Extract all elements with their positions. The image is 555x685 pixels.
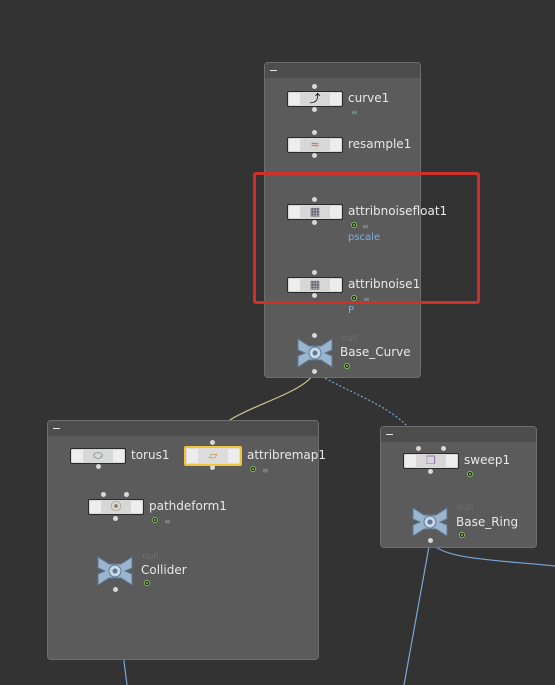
output-port[interactable] xyxy=(312,107,317,112)
display-flag-tab[interactable] xyxy=(330,93,341,105)
input-port[interactable] xyxy=(124,492,129,497)
node-body[interactable]: ⬭ xyxy=(70,448,126,464)
highlight-annotation-box xyxy=(253,172,480,304)
comment-icon: ≡ xyxy=(262,466,269,475)
node-label: torus1 xyxy=(131,448,170,462)
network-box-header[interactable] xyxy=(265,63,420,78)
node-body[interactable]: ≈ xyxy=(287,137,343,153)
node-body[interactable]: ❐ xyxy=(403,453,459,469)
node-type-label: null xyxy=(457,503,474,513)
display-flag-icon[interactable] xyxy=(250,466,256,472)
resample-icon: ≈ xyxy=(310,138,320,151)
input-port[interactable] xyxy=(210,440,215,445)
output-port[interactable] xyxy=(312,369,317,374)
null-icon[interactable] xyxy=(295,336,335,370)
display-flag-icon[interactable] xyxy=(467,471,473,477)
output-port[interactable] xyxy=(428,469,433,474)
minus-icon[interactable] xyxy=(385,430,394,439)
output-port[interactable] xyxy=(113,516,118,521)
node-label: sweep1 xyxy=(464,453,511,467)
comment-icon: ≡ xyxy=(164,517,171,526)
curve-icon: ⤴ xyxy=(309,92,321,105)
bypass-flag[interactable] xyxy=(289,139,300,151)
wire-basering-down xyxy=(403,540,431,685)
node-label: curve1 xyxy=(348,91,390,105)
node-label: Base_Ring xyxy=(456,515,519,529)
null-icon[interactable] xyxy=(410,505,450,539)
node-label: Collider xyxy=(141,563,187,577)
input-port[interactable] xyxy=(312,130,317,135)
node-network-view[interactable]: ⤴ curve1 ≡ ≈ resample1 ▦ attribnoisefloa… xyxy=(0,0,555,685)
output-port[interactable] xyxy=(312,153,317,158)
null-icon[interactable] xyxy=(95,554,135,588)
node-body[interactable]: ⤴ xyxy=(287,91,343,107)
minus-icon[interactable] xyxy=(52,424,61,433)
network-box-header[interactable] xyxy=(48,421,318,436)
node-attribute-label: P xyxy=(348,305,355,316)
node-type-label: null xyxy=(341,334,358,344)
display-flag-tab[interactable] xyxy=(330,139,341,151)
network-box-right[interactable] xyxy=(380,426,537,548)
bypass-flag[interactable] xyxy=(405,455,416,467)
torus-icon: ⬭ xyxy=(93,449,103,462)
bypass-flag[interactable] xyxy=(187,449,198,463)
input-port[interactable] xyxy=(312,84,317,89)
display-flag-tab[interactable] xyxy=(446,455,457,467)
pathdeform-icon: ⦿ xyxy=(110,500,122,513)
display-flag-tab[interactable] xyxy=(131,501,142,513)
output-port[interactable] xyxy=(96,464,101,469)
node-label: resample1 xyxy=(348,137,412,151)
output-port[interactable] xyxy=(428,538,433,543)
output-port[interactable] xyxy=(210,465,215,470)
display-flag-icon[interactable] xyxy=(144,580,150,586)
node-label: pathdeform1 xyxy=(149,499,227,513)
node-body[interactable]: ▱ xyxy=(184,446,242,466)
input-port[interactable] xyxy=(101,492,106,497)
network-box-header[interactable] xyxy=(381,427,536,442)
node-type-label: null xyxy=(142,552,159,562)
output-port[interactable] xyxy=(113,587,118,592)
attribremap-icon: ▱ xyxy=(208,449,218,462)
comment-icon: ≡ xyxy=(351,108,358,117)
display-flag-icon[interactable] xyxy=(459,532,465,538)
bypass-flag[interactable] xyxy=(90,501,101,513)
display-flag-icon[interactable] xyxy=(152,517,158,523)
node-label: attribremap1 xyxy=(247,448,326,462)
display-flag-tab[interactable] xyxy=(113,450,124,462)
display-flag-tab[interactable] xyxy=(228,449,239,463)
minus-icon[interactable] xyxy=(269,66,278,75)
display-flag-icon[interactable] xyxy=(344,363,350,369)
bypass-flag[interactable] xyxy=(72,450,83,462)
node-body[interactable]: ⦿ xyxy=(88,499,144,515)
input-port[interactable] xyxy=(416,446,421,451)
node-label: Base_Curve xyxy=(340,345,411,359)
sweep-icon: ❐ xyxy=(426,454,436,467)
input-port[interactable] xyxy=(441,446,446,451)
bypass-flag[interactable] xyxy=(289,93,300,105)
